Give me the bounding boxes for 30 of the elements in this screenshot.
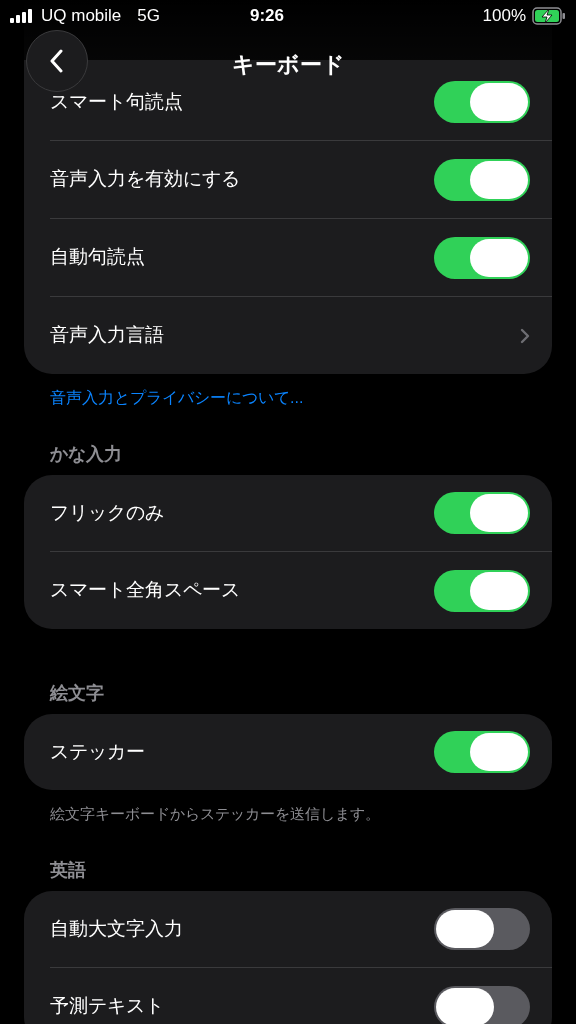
- section-header: かな入力: [49, 444, 123, 466]
- setting-label: 音声入力を有効にする: [50, 167, 240, 192]
- battery-percent: 100%: [482, 5, 526, 28]
- signal-icon: [10, 9, 35, 23]
- clock: 9:26: [250, 5, 285, 28]
- setting-label: 自動大文字入力: [50, 916, 183, 941]
- carrier-label: UQ mobile: [41, 5, 122, 28]
- setting-label: 予測テキスト: [50, 994, 164, 1019]
- section-header: 絵文字: [48, 683, 105, 705]
- back-chevron-icon: [50, 49, 64, 73]
- toggle-switch[interactable]: [434, 158, 530, 201]
- toggle-switch[interactable]: [434, 492, 530, 534]
- setting-label: 音声入力言語: [50, 323, 164, 348]
- setting-label: 自動句読点: [50, 245, 145, 270]
- toggle-switch[interactable]: [434, 236, 530, 279]
- toggle-switch[interactable]: [434, 985, 530, 1024]
- network-label: 5G: [137, 5, 160, 28]
- setting-label: ステッカー: [50, 739, 145, 764]
- toggle-switch[interactable]: [434, 81, 530, 123]
- page-title: キーボード: [231, 51, 345, 79]
- chevron-right-icon: [520, 327, 530, 344]
- footer-note: 絵文字キーボードからステッカーを送信します。: [50, 805, 380, 822]
- toggle-switch[interactable]: [434, 908, 530, 950]
- section-header: 英語: [49, 860, 87, 882]
- toggle-switch[interactable]: [434, 731, 530, 773]
- toggle-switch[interactable]: [434, 569, 530, 612]
- setting-label: スマート句読点: [50, 89, 183, 114]
- privacy-link[interactable]: 音声入力とプライバシーについて...: [50, 389, 304, 406]
- setting-label: スマート全角スペース: [50, 578, 240, 603]
- setting-label: フリックのみ: [50, 500, 164, 525]
